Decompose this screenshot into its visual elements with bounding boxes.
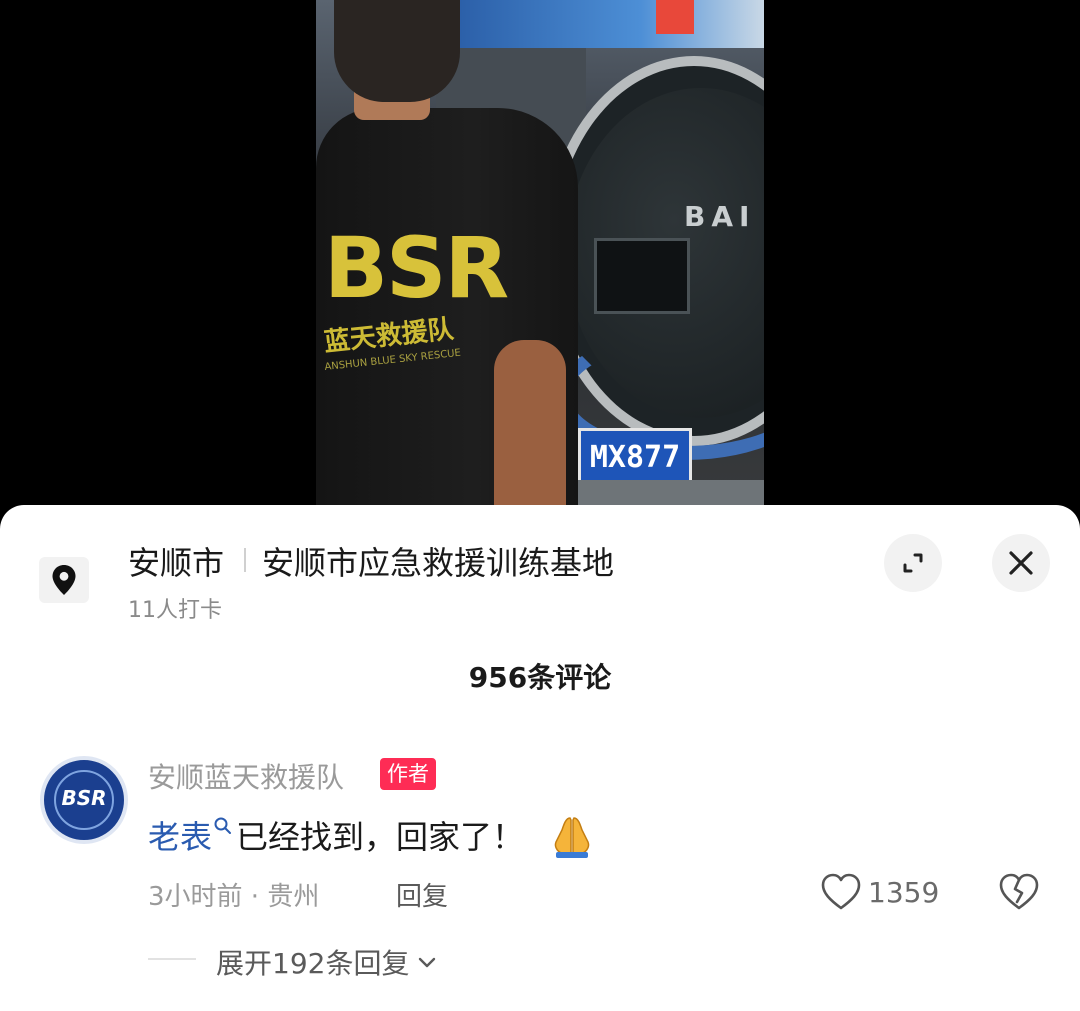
avatar[interactable]: BSR <box>40 756 128 844</box>
comment-keyword-link[interactable]: 老表 <box>148 812 212 858</box>
chevron-down-icon <box>419 957 436 968</box>
store-sign <box>456 0 764 48</box>
like-count: 1359 <box>868 876 940 909</box>
search-icon <box>214 817 232 834</box>
comment-meta: 3小时前 · 贵州 <box>148 882 320 912</box>
comment-count: 956条评论 <box>468 661 612 694</box>
heart-icon[interactable] <box>820 872 862 912</box>
comment-author[interactable]: 安顺蓝天救援队 <box>148 756 344 796</box>
location-place[interactable]: 安顺市应急救援训练基地 <box>262 538 614 584</box>
location-city[interactable]: 安顺市 <box>128 538 224 584</box>
close-icon <box>1009 551 1033 575</box>
location-separator <box>244 548 246 572</box>
tyre-cover-window <box>594 238 690 314</box>
expand-replies-label: 展开192条回复 <box>216 947 410 980</box>
broken-heart-icon[interactable] <box>998 872 1040 912</box>
shirt-logo: BSR <box>324 219 509 317</box>
man-head <box>334 0 460 102</box>
man-arm <box>494 340 566 505</box>
location-pin-glyph <box>52 565 76 595</box>
store-sign-cross <box>656 0 694 34</box>
close-button[interactable] <box>992 534 1050 592</box>
location-pin-icon[interactable] <box>39 557 89 603</box>
ground <box>546 480 764 505</box>
expand-button[interactable] <box>884 534 942 592</box>
video-frame: BAI MX877 BSR 蓝天救援队 ANSHUN BLUE SKY RESC… <box>316 0 764 505</box>
video-player[interactable]: BAI MX877 BSR 蓝天救援队 ANSHUN BLUE SKY RESC… <box>0 0 1080 520</box>
reply-button[interactable]: 回复 <box>396 876 448 913</box>
expand-replies-button[interactable]: 展开192条回复 <box>216 942 437 982</box>
avatar-logo-text: BSR <box>61 786 107 810</box>
checkin-count: 11人打卡 <box>128 598 222 623</box>
expand-icon <box>903 553 923 573</box>
folded-hands-emoji-icon <box>554 817 590 858</box>
replies-divider <box>148 958 196 960</box>
author-badge: 作者 <box>380 758 436 790</box>
license-plate: MX877 <box>578 428 692 488</box>
comment-body: 已经找到，回家了！ <box>236 818 525 856</box>
tyre-brand: BAI <box>684 200 756 233</box>
comment-text[interactable]: 老表 已经找到，回家了！ <box>148 812 598 858</box>
